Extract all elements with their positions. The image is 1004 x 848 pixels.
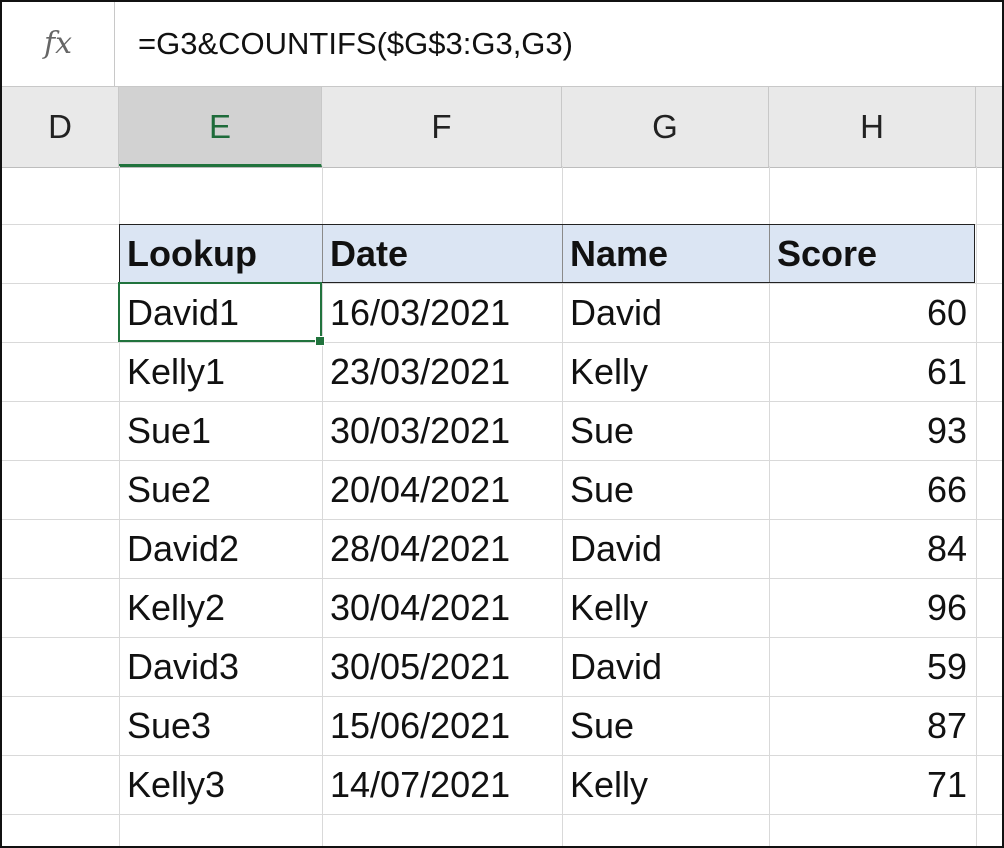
gridline — [2, 814, 1002, 815]
table-cell[interactable]: 87 — [777, 696, 967, 755]
table-cell[interactable]: 84 — [777, 519, 967, 578]
gridline — [976, 166, 977, 846]
header-divider — [769, 225, 770, 282]
table-cell[interactable]: Sue3 — [127, 696, 317, 755]
header-divider — [562, 225, 563, 282]
fx-icon: fx — [43, 26, 73, 61]
formula-bar: fx =G3&COUNTIFS($G$3:G3,G3) — [2, 2, 1002, 86]
active-cell-selection[interactable] — [118, 282, 322, 342]
cell-grid[interactable]: Lookup Date Name Score David1 16/03/2021… — [2, 166, 1002, 846]
table-cell[interactable]: 15/06/2021 — [330, 696, 560, 755]
formula-input[interactable]: =G3&COUNTIFS($G$3:G3,G3) — [138, 2, 573, 86]
table-cell[interactable]: Sue — [570, 401, 765, 460]
table-cell[interactable]: 60 — [777, 283, 967, 342]
table-cell[interactable]: Kelly2 — [127, 578, 317, 637]
table-cell[interactable]: Sue — [570, 460, 765, 519]
column-header-f[interactable]: F — [322, 87, 562, 167]
column-header-d[interactable]: D — [2, 87, 119, 167]
header-divider — [322, 225, 323, 282]
table-cell[interactable]: 14/07/2021 — [330, 755, 560, 814]
table-cell[interactable]: 71 — [777, 755, 967, 814]
spreadsheet-window: fx =G3&COUNTIFS($G$3:G3,G3) D E F G H Lo… — [0, 0, 1004, 848]
fill-handle[interactable] — [315, 336, 325, 346]
column-header-row: D E F G H — [2, 86, 1002, 168]
header-cell-name[interactable]: Name — [570, 224, 765, 283]
table-cell[interactable]: David — [570, 519, 765, 578]
table-cell[interactable]: David — [570, 637, 765, 696]
insert-function-button[interactable]: fx — [2, 2, 115, 86]
header-cell-date[interactable]: Date — [330, 224, 558, 283]
table-cell[interactable]: Kelly — [570, 578, 765, 637]
header-cell-lookup[interactable]: Lookup — [127, 224, 317, 283]
table-cell[interactable]: 23/03/2021 — [330, 342, 560, 401]
table-cell[interactable]: 30/05/2021 — [330, 637, 560, 696]
column-header-h[interactable]: H — [769, 87, 976, 167]
table-cell[interactable]: Kelly — [570, 755, 765, 814]
table-cell[interactable]: 61 — [777, 342, 967, 401]
table-cell[interactable]: 20/04/2021 — [330, 460, 560, 519]
table-cell[interactable]: 30/03/2021 — [330, 401, 560, 460]
table-cell[interactable]: 28/04/2021 — [330, 519, 560, 578]
table-cell[interactable]: David — [570, 283, 765, 342]
header-cell-score[interactable]: Score — [777, 224, 972, 283]
table-cell[interactable]: Kelly1 — [127, 342, 317, 401]
table-cell[interactable]: Sue — [570, 696, 765, 755]
column-header-e[interactable]: E — [119, 87, 322, 167]
table-cell[interactable]: 93 — [777, 401, 967, 460]
table-cell[interactable]: 30/04/2021 — [330, 578, 560, 637]
table-cell[interactable]: David3 — [127, 637, 317, 696]
table-cell[interactable]: 96 — [777, 578, 967, 637]
table-cell[interactable]: Kelly — [570, 342, 765, 401]
table-cell[interactable]: Sue1 — [127, 401, 317, 460]
table-cell[interactable]: 66 — [777, 460, 967, 519]
table-cell[interactable]: 16/03/2021 — [330, 283, 560, 342]
table-cell[interactable]: 59 — [777, 637, 967, 696]
table-cell[interactable]: Kelly3 — [127, 755, 317, 814]
column-header-g[interactable]: G — [562, 87, 769, 167]
table-cell[interactable]: David2 — [127, 519, 317, 578]
table-cell[interactable]: Sue2 — [127, 460, 317, 519]
